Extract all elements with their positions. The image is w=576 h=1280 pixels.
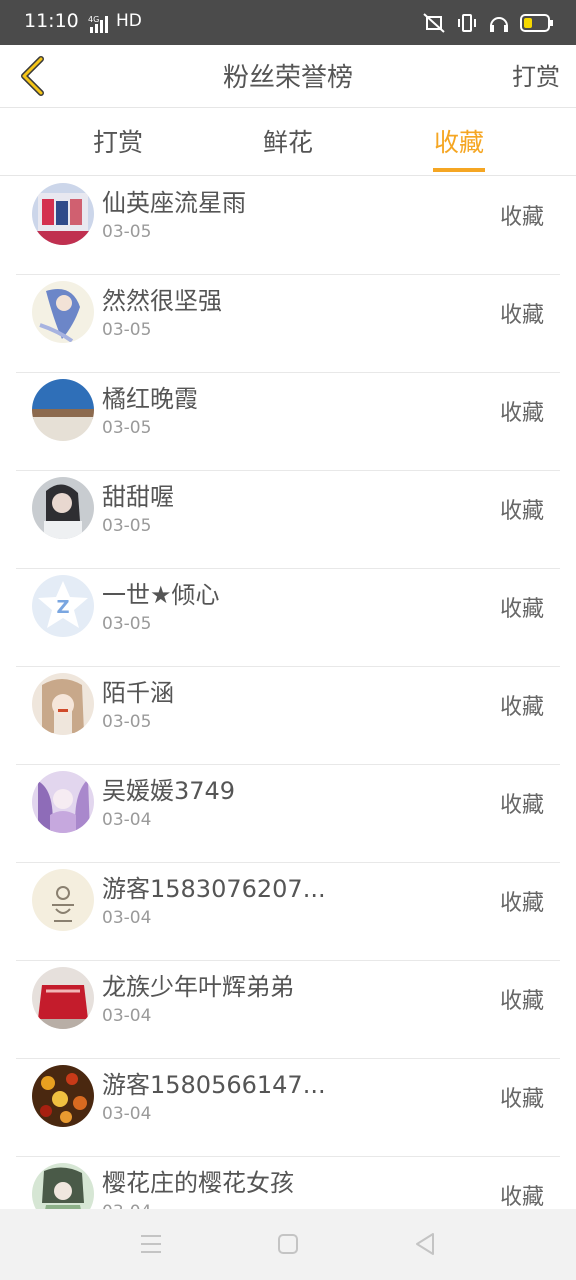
avatar [32, 1163, 94, 1209]
date: 03-04 [102, 1006, 152, 1026]
hd-label: HD [116, 11, 142, 31]
svg-text:4G: 4G [88, 15, 99, 24]
list-item[interactable]: 橘红晚霞 03-05 收藏 [16, 373, 560, 471]
action-type: 收藏 [499, 695, 544, 720]
home-button[interactable] [273, 1229, 303, 1259]
action-type: 收藏 [499, 1087, 544, 1112]
action-type: 收藏 [499, 303, 544, 328]
user-name: 游客1583076207... [102, 875, 326, 903]
avatar [32, 673, 94, 735]
signal-icon: 4G [88, 14, 114, 34]
list-item[interactable]: 游客1580566147... 03-04 收藏 [16, 1059, 560, 1157]
user-name: 橘红晚霞 [102, 385, 198, 413]
date: 03-05 [102, 614, 152, 634]
tab-favorites[interactable]: 收藏 [394, 109, 524, 176]
page-title: 粉丝荣誉榜 [222, 63, 353, 93]
tab-label: 收藏 [433, 128, 484, 157]
list-item[interactable]: 甜甜喔 03-05 收藏 [16, 471, 560, 569]
status-time: 11:10 [24, 10, 79, 32]
headphone-icon [488, 12, 510, 34]
back-nav-button[interactable] [410, 1229, 440, 1259]
action-type: 收藏 [499, 1185, 544, 1209]
date: 03-04 [102, 810, 152, 830]
tip-button[interactable]: 打赏 [512, 57, 560, 92]
back-triangle-icon [416, 1233, 434, 1255]
user-name: 一世★倾心 [102, 581, 220, 609]
action-type: 收藏 [499, 499, 544, 524]
user-name: 吴媛媛3749 [102, 777, 236, 805]
list-item[interactable]: 龙族少年叶辉弟弟 03-04 收藏 [16, 961, 560, 1059]
action-type: 收藏 [499, 891, 544, 916]
list-item[interactable]: Z 一世★倾心 03-05 收藏 [16, 569, 560, 667]
system-nav-bar [0, 1209, 576, 1280]
list-item[interactable]: 仙英座流星雨 03-05 收藏 [16, 177, 560, 275]
avatar [32, 477, 94, 539]
user-name: 甜甜喔 [102, 483, 174, 511]
list-item[interactable]: 樱花庄的樱花女孩 03-04 收藏 [16, 1157, 560, 1209]
action-type: 收藏 [499, 793, 544, 818]
date: 03-04 [102, 1104, 152, 1124]
date: 03-04 [102, 908, 152, 928]
battery-icon [520, 13, 554, 33]
date: 03-04 [102, 1202, 151, 1209]
list-item[interactable]: 游客1583076207... 03-04 收藏 [16, 863, 560, 961]
date: 03-05 [102, 418, 152, 438]
avatar [32, 183, 94, 245]
date: 03-05 [102, 222, 152, 242]
user-name: 陌千涵 [102, 679, 174, 707]
status-bar: 11:10 4G HD [0, 0, 576, 45]
avatar [32, 771, 94, 833]
avatar: Z [32, 575, 94, 637]
menu-icon [141, 1235, 161, 1253]
date: 03-05 [102, 320, 152, 340]
avatar [32, 1065, 94, 1127]
action-type: 收藏 [499, 205, 544, 230]
avatar [32, 281, 94, 343]
header: 粉丝荣誉榜 打赏 [0, 45, 576, 108]
fan-list[interactable]: 仙英座流星雨 03-05 收藏 然然很坚强 03-05 收藏 橘红晚霞 03-0… [0, 177, 576, 1209]
list-item[interactable]: 陌千涵 03-05 收藏 [16, 667, 560, 765]
action-type: 收藏 [499, 401, 544, 426]
svg-text:Z: Z [56, 597, 69, 618]
user-name: 龙族少年叶辉弟弟 [102, 973, 294, 1001]
avatar [32, 869, 94, 931]
action-type: 收藏 [499, 989, 544, 1014]
menu-button[interactable] [136, 1229, 166, 1259]
user-name: 仙英座流星雨 [102, 189, 246, 217]
user-name: 游客1580566147... [102, 1071, 326, 1099]
active-tab-indicator [433, 168, 485, 172]
tab-label: 鲜花 [262, 128, 313, 157]
user-name: 然然很坚强 [102, 287, 222, 315]
action-type: 收藏 [499, 597, 544, 622]
list-item[interactable]: 然然很坚强 03-05 收藏 [16, 275, 560, 373]
avatar [32, 967, 94, 1029]
date: 03-05 [102, 712, 152, 732]
home-icon [278, 1234, 298, 1254]
list-item[interactable]: 吴媛媛3749 03-04 收藏 [16, 765, 560, 863]
tab-tip[interactable]: 打赏 [53, 109, 183, 176]
tab-bar: 打赏 鲜花 收藏 [0, 109, 576, 176]
user-name: 樱花庄的樱花女孩 [102, 1169, 294, 1197]
vibrate-off-icon [422, 12, 446, 34]
tab-flowers[interactable]: 鲜花 [223, 109, 353, 176]
vibrate-icon [456, 12, 478, 34]
date: 03-05 [102, 516, 152, 536]
avatar [32, 379, 94, 441]
tab-label: 打赏 [92, 128, 143, 157]
